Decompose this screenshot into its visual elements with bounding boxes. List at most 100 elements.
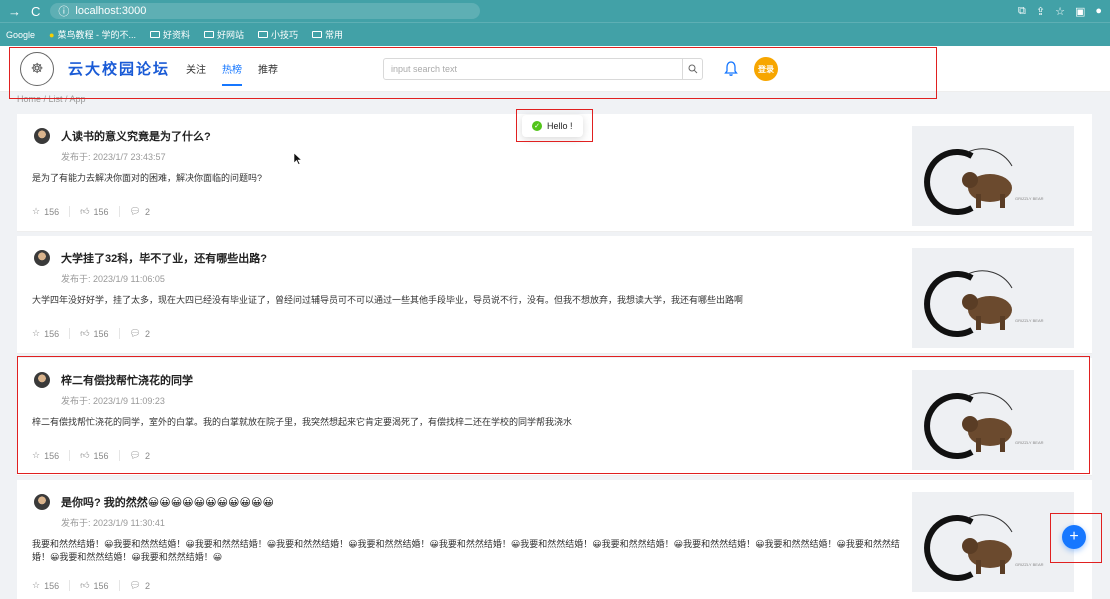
folder-icon — [312, 31, 323, 38]
site-brand[interactable]: 云大校园论坛 — [68, 58, 170, 79]
browser-actions: ⧉ ⇪ ☆ ▣ ● — [1018, 5, 1102, 18]
thumb-caption: GRIZZLY BEAR — [1015, 318, 1044, 323]
avatar[interactable] — [34, 128, 50, 144]
post-stats: ☆ 156 👍︎ 156 💬︎ 2 — [32, 450, 160, 461]
thumb-up-icon: 👍︎ — [80, 206, 90, 216]
tab-recommend[interactable]: 推荐 — [258, 46, 278, 92]
post-time: 发布于: 2023/1/9 11:09:23 — [61, 396, 165, 406]
notification-bell-icon[interactable] — [724, 61, 738, 77]
post-time: 发布于: 2023/1/9 11:30:41 — [61, 518, 165, 528]
tab-follow[interactable]: 关注 — [186, 46, 206, 92]
address-bar[interactable]: ⓘ localhost:3000 — [50, 3, 481, 19]
comment-action[interactable]: 💬︎ 2 — [120, 580, 160, 591]
toast-message: ✓ Hello ! — [522, 115, 583, 137]
bear-illustration-icon: GRIZZLY BEAR — [924, 514, 1044, 581]
bookmark-star-icon[interactable]: ☆ — [1055, 5, 1065, 18]
folder-icon — [258, 31, 268, 38]
search-input[interactable] — [384, 59, 682, 79]
bear-illustration-icon: GRIZZLY BEAR — [924, 148, 1044, 215]
post-excerpt: 是为了有能力去解决你面对的困难，解决你面临的问题吗? — [32, 173, 263, 183]
bookmark-google[interactable]: Google — [6, 30, 35, 40]
reload-icon[interactable]: C — [31, 4, 40, 19]
login-button[interactable]: 登录 — [754, 57, 778, 81]
thumb-caption: GRIZZLY BEAR — [1015, 562, 1044, 567]
comment-action[interactable]: 💬︎ 2 — [120, 328, 160, 339]
post-feed: 人读书的意义究竟是为了什么? 发布于: 2023/1/7 23:43:57 是为… — [17, 114, 1092, 599]
star-icon: ☆ — [32, 206, 41, 216]
thumb-up-icon: 👍︎ — [80, 450, 90, 460]
add-post-button[interactable]: + — [1062, 525, 1086, 549]
address-text: localhost:3000 — [75, 5, 147, 17]
thumb-up-icon: 👍︎ — [80, 328, 90, 338]
post-title[interactable]: 是你吗? 我的然然😀😀😀😀😀😀😀😀😀😀😀 — [61, 494, 274, 510]
sidebar-icon[interactable]: ▣ — [1075, 5, 1085, 18]
thumb-caption: GRIZZLY BEAR — [1015, 196, 1044, 201]
browser-toolbar: → C ⓘ localhost:3000 ⧉ ⇪ ☆ ▣ ● — [0, 0, 1110, 22]
comment-icon: 💬︎ — [129, 580, 141, 590]
bookmark-runoob[interactable]: ● 菜鸟教程 - 学的不... — [49, 28, 136, 41]
browser-nav: → C — [8, 4, 40, 19]
like-action[interactable]: 👍︎ 156 — [70, 450, 120, 461]
avatar[interactable] — [34, 494, 50, 510]
star-icon: ☆ — [32, 328, 41, 338]
post-title[interactable]: 大学挂了32科，毕不了业，还有哪些出路? — [61, 250, 267, 266]
post-card[interactable]: 大学挂了32科，毕不了业，还有哪些出路? 发布于: 2023/1/9 11:06… — [17, 236, 1092, 354]
bookmark-folder-3[interactable]: 小技巧 — [258, 28, 298, 41]
post-time: 发布于: 2023/1/9 11:06:05 — [61, 274, 165, 284]
post-thumbnail[interactable]: GRIZZLY BEAR — [912, 248, 1074, 348]
folder-icon — [203, 31, 214, 38]
thumb-up-icon: 👍︎ — [80, 580, 90, 590]
profile-icon[interactable]: ● — [1095, 5, 1102, 17]
runoob-icon: ● — [49, 29, 55, 40]
star-action[interactable]: ☆ 156 — [32, 580, 71, 591]
tab-hot[interactable]: 热榜 — [222, 46, 243, 92]
star-action[interactable]: ☆ 156 — [32, 450, 71, 461]
post-card[interactable]: 梓二有偿找帮忙浇花的同学 发布于: 2023/1/9 11:09:23 梓二有偿… — [17, 358, 1092, 476]
post-excerpt: 我要和然然结婚！😀我要和然然结婚！😀我要和然然结婚！😀我要和然然结婚！😀我要和然… — [32, 539, 900, 562]
post-card[interactable]: 是你吗? 我的然然😀😀😀😀😀😀😀😀😀😀😀 发布于: 2023/1/9 11:30… — [17, 480, 1092, 599]
info-icon: ⓘ — [58, 6, 70, 18]
comment-icon: 💬︎ — [129, 206, 141, 216]
star-action[interactable]: ☆ 156 — [32, 206, 71, 217]
post-time: 发布于: 2023/1/7 23:43:57 — [61, 152, 166, 162]
comment-icon: 💬︎ — [129, 450, 141, 460]
post-title[interactable]: 人读书的意义究竟是为了什么? — [61, 128, 211, 144]
post-stats: ☆ 156 👍︎ 156 💬︎ 2 — [32, 328, 160, 339]
bookmark-folder-1[interactable]: 好资料 — [149, 28, 190, 41]
share-icon[interactable]: ⇪ — [1036, 5, 1045, 18]
mouse-cursor-icon — [294, 153, 302, 165]
avatar[interactable] — [34, 250, 50, 266]
bookmarks-bar: Google ● 菜鸟教程 - 学的不... 好资料 好网站 小技巧 常用 — [0, 22, 1110, 46]
bookmark-folder-4[interactable]: 常用 — [312, 28, 343, 41]
forward-icon[interactable]: → — [8, 4, 21, 19]
star-icon: ☆ — [32, 580, 41, 590]
post-thumbnail[interactable]: GRIZZLY BEAR — [912, 492, 1074, 592]
bookmark-folder-2[interactable]: 好网站 — [203, 28, 244, 41]
toast-text: Hello ! — [547, 121, 573, 131]
check-circle-icon: ✓ — [532, 121, 542, 131]
like-action[interactable]: 👍︎ 156 — [70, 328, 120, 339]
search-button[interactable] — [682, 59, 702, 79]
post-excerpt: 大学四年没好好学，挂了太多，现在大四已经没有毕业证了，曾经问过辅导员可不可以通过… — [32, 295, 744, 305]
post-title[interactable]: 梓二有偿找帮忙浇花的同学 — [61, 372, 193, 388]
comment-action[interactable]: 💬︎ 2 — [120, 450, 160, 461]
thumb-caption: GRIZZLY BEAR — [1015, 440, 1044, 445]
school-logo-icon[interactable]: ☸ — [20, 51, 54, 86]
comment-action[interactable]: 💬︎ 2 — [120, 206, 160, 217]
post-excerpt: 梓二有偿找帮忙浇花的同学，室外的白掌。我的白掌就放在院子里，我突然想起来它肯定要… — [32, 417, 573, 427]
folder-icon — [149, 31, 160, 38]
like-action[interactable]: 👍︎ 156 — [70, 206, 120, 217]
post-thumbnail[interactable]: GRIZZLY BEAR — [912, 126, 1074, 226]
app-header: ☸ 云大校园论坛 关注 热榜 推荐 登录 — [0, 46, 1110, 92]
bear-illustration-icon: GRIZZLY BEAR — [924, 392, 1044, 459]
bear-illustration-icon: GRIZZLY BEAR — [924, 270, 1044, 337]
like-action[interactable]: 👍︎ 156 — [70, 580, 120, 591]
avatar[interactable] — [34, 372, 50, 388]
search-box — [383, 58, 703, 80]
star-action[interactable]: ☆ 156 — [32, 328, 71, 339]
post-thumbnail[interactable]: GRIZZLY BEAR — [912, 370, 1074, 470]
post-stats: ☆ 156 👍︎ 156 💬︎ 2 — [32, 206, 160, 217]
translate-icon[interactable]: ⧉ — [1018, 5, 1026, 18]
comment-icon: 💬︎ — [129, 328, 141, 338]
breadcrumb: Home / List / App — [17, 94, 86, 104]
